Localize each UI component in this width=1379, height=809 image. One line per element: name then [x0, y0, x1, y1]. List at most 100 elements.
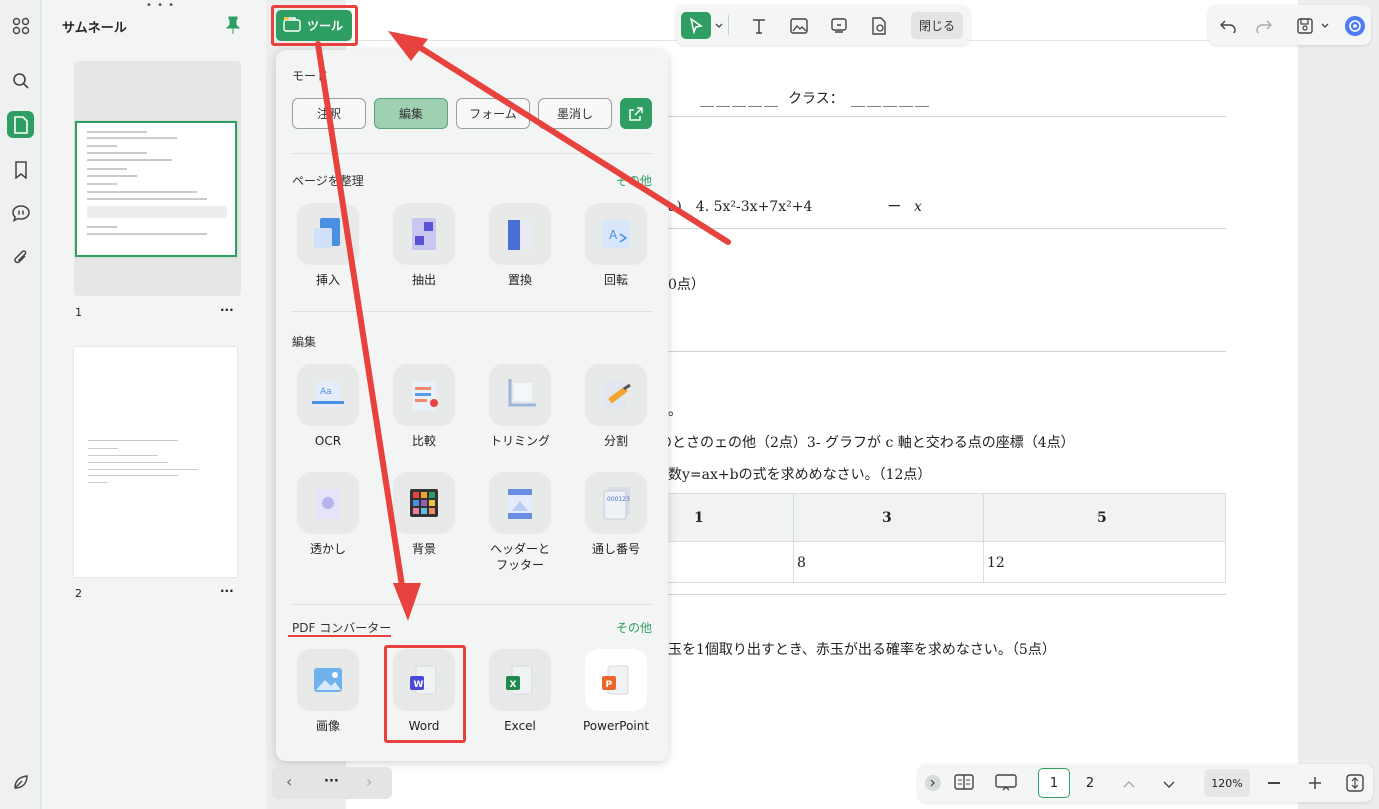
- tool-label: ヘッダーと フッター: [489, 542, 550, 572]
- bottom-bar: 1 2 120%: [918, 764, 1373, 802]
- ai-assistant-icon[interactable]: [1340, 12, 1370, 39]
- tools-panel: モード 注釈 編集 フォーム 墨消し ページを整理 その他 挿入 抽出 置換 A…: [276, 50, 668, 761]
- zoom-level[interactable]: 120%: [1204, 769, 1250, 797]
- page-1-button[interactable]: 1: [1038, 768, 1070, 798]
- tool-ocr[interactable]: Aa OCR: [295, 364, 361, 449]
- converter-more-link[interactable]: その他: [616, 619, 652, 636]
- tool-label: 抽出: [411, 273, 436, 287]
- tool-extract[interactable]: 抽出: [391, 203, 457, 288]
- edit-section-title: 編集: [292, 335, 317, 349]
- thumbnail-page-2[interactable]: [74, 347, 237, 577]
- svg-text:P: P: [606, 680, 613, 690]
- doc-formula: a) 4. 5x²-3x+7x²+4: [668, 199, 813, 215]
- chevron-down-icon[interactable]: [1318, 12, 1332, 39]
- save-icon[interactable]: [1290, 12, 1320, 39]
- excel-file-icon: X: [489, 649, 551, 711]
- doc-blank: ＿＿＿＿＿: [700, 93, 780, 109]
- chevron-down-icon[interactable]: [712, 12, 726, 39]
- page-2-button[interactable]: 2: [1074, 768, 1106, 798]
- converter-section-title: PDF コンバーター: [292, 621, 392, 635]
- extract-icon: [393, 203, 455, 265]
- pager: ‹ ··· ›: [272, 767, 392, 799]
- svg-text:000123: 000123: [607, 496, 630, 503]
- undo-icon[interactable]: [1213, 12, 1243, 39]
- table-header-row: [667, 494, 1225, 542]
- header-footer-icon: [489, 472, 551, 534]
- tool-label: 回転: [603, 273, 628, 287]
- compare-icon: [393, 364, 455, 426]
- tool-label: 背景: [411, 542, 436, 556]
- tool-convert-excel[interactable]: X Excel: [487, 649, 553, 734]
- mode-annotate-button[interactable]: 注釈: [292, 98, 366, 129]
- tool-header-footer[interactable]: ヘッダーと フッター: [487, 472, 553, 573]
- text-tool-icon[interactable]: [744, 12, 774, 39]
- chevron-up-icon[interactable]: [1123, 777, 1135, 791]
- redo-icon[interactable]: [1249, 12, 1279, 39]
- tool-label: 挿入: [315, 273, 340, 287]
- tool-bates-number[interactable]: 000123 通し番号: [583, 472, 649, 557]
- tool-label: 画像: [315, 719, 340, 733]
- thumbnail-menu-icon[interactable]: ···: [220, 303, 234, 317]
- bookmark-icon[interactable]: [7, 156, 34, 183]
- zoom-out-icon[interactable]: [1268, 782, 1280, 784]
- tool-label: トリミング: [489, 434, 550, 448]
- svg-text:Aa: Aa: [320, 387, 332, 397]
- converter-underline: [288, 635, 391, 637]
- chevron-down-icon[interactable]: [1163, 778, 1175, 792]
- organize-more-link[interactable]: その他: [616, 172, 652, 189]
- tool-background[interactable]: 背景: [391, 472, 457, 557]
- thumbnail-page-1[interactable]: [75, 121, 237, 257]
- grid-icon[interactable]: [7, 12, 34, 39]
- highlight-box-tools: [271, 5, 358, 46]
- pager-right-icon[interactable]: ›: [366, 772, 372, 791]
- mode-form-button[interactable]: フォーム: [456, 98, 530, 129]
- tool-replace[interactable]: 置換: [487, 203, 553, 288]
- mode-edit-button[interactable]: 編集: [374, 98, 448, 129]
- background-icon: [393, 472, 455, 534]
- replace-icon: [489, 203, 551, 265]
- comment-icon[interactable]: [7, 199, 34, 226]
- panel-drag-handle[interactable]: • • •: [146, 0, 175, 11]
- presentation-icon[interactable]: [995, 773, 1017, 794]
- attachment-icon[interactable]: [7, 244, 34, 271]
- tool-convert-image[interactable]: 画像: [295, 649, 361, 734]
- reading-mode-icon[interactable]: [954, 773, 974, 794]
- pager-left-icon[interactable]: ‹: [286, 772, 292, 791]
- search-icon[interactable]: [7, 67, 34, 94]
- tool-crop[interactable]: トリミング: [487, 364, 553, 449]
- thumbnail-number: 2: [75, 587, 82, 600]
- pin-icon[interactable]: [225, 16, 241, 37]
- tool-split[interactable]: 分割: [583, 364, 649, 449]
- tool-insert[interactable]: 挿入: [295, 203, 361, 288]
- right-toolbar: [1208, 5, 1371, 45]
- collapse-icon[interactable]: [925, 775, 941, 791]
- image-file-icon: [297, 649, 359, 711]
- close-button[interactable]: 閉じる: [911, 12, 963, 39]
- bates-number-icon: 000123: [585, 472, 647, 534]
- table-header-cell: 5: [1097, 510, 1107, 526]
- page-icon[interactable]: [7, 111, 34, 138]
- fit-page-icon[interactable]: [1346, 774, 1364, 795]
- watermark-tool-icon[interactable]: [864, 12, 894, 39]
- thumbnail-number: 1: [75, 306, 82, 319]
- svg-text:A: A: [609, 228, 618, 242]
- mode-redact-button[interactable]: 墨消し: [538, 98, 612, 129]
- open-external-icon[interactable]: [620, 98, 652, 129]
- powerpoint-file-icon: P: [585, 649, 647, 711]
- tool-rotate[interactable]: A 回転: [583, 203, 649, 288]
- zoom-in-icon[interactable]: [1308, 776, 1322, 793]
- select-tool-icon[interactable]: [681, 12, 711, 39]
- table-cell: 8: [797, 555, 806, 571]
- thumbnail-panel: • • • サムネール 1 ··· 2 ···: [42, 0, 266, 809]
- pager-dots[interactable]: ···: [324, 774, 339, 789]
- leaf-icon[interactable]: [7, 768, 34, 795]
- link-tool-icon[interactable]: [824, 12, 854, 39]
- organize-section-title: ページを整理: [292, 174, 364, 188]
- split-icon: [585, 364, 647, 426]
- image-tool-icon[interactable]: [784, 12, 814, 39]
- tool-convert-powerpoint[interactable]: P PowerPoint: [583, 649, 649, 734]
- tool-watermark[interactable]: 透かし: [295, 472, 361, 557]
- tool-compare[interactable]: 比較: [391, 364, 457, 449]
- table-cell: 12: [987, 555, 1005, 571]
- thumbnail-menu-icon[interactable]: ···: [220, 584, 234, 598]
